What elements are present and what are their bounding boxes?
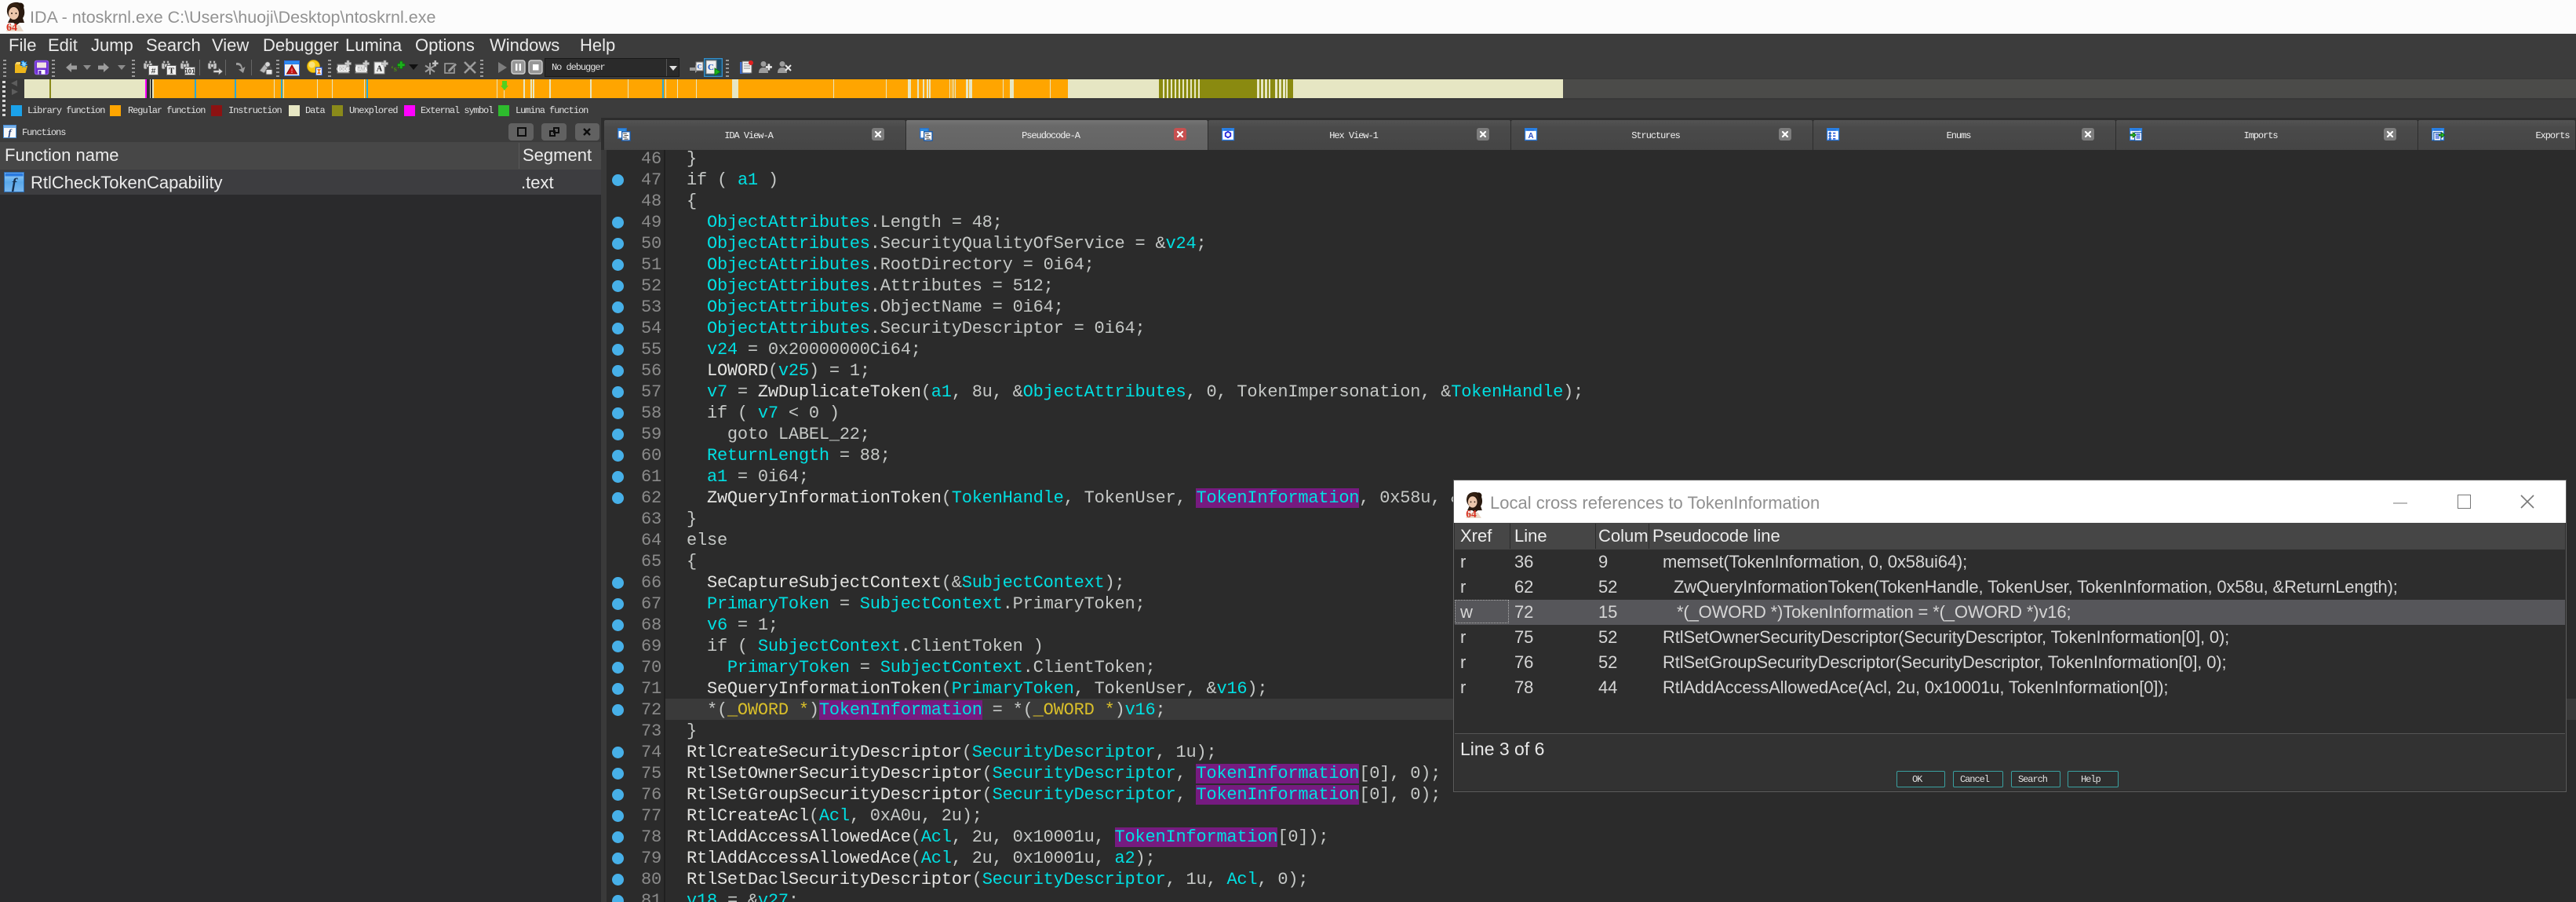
svg-text:64: 64 (1466, 508, 1477, 518)
svg-text:64: 64 (6, 22, 17, 31)
svg-text:A: A (377, 65, 383, 74)
svg-text:101: 101 (184, 68, 195, 75)
svg-text:DATA: DATA (355, 68, 368, 72)
svg-text:T: T (169, 67, 175, 76)
svg-text:CODE: CODE (337, 68, 350, 72)
svg-text:A: A (1528, 132, 1533, 141)
svg-text:C: C (708, 63, 714, 72)
svg-text:#: # (151, 68, 156, 76)
svg-text:C: C (698, 64, 702, 71)
